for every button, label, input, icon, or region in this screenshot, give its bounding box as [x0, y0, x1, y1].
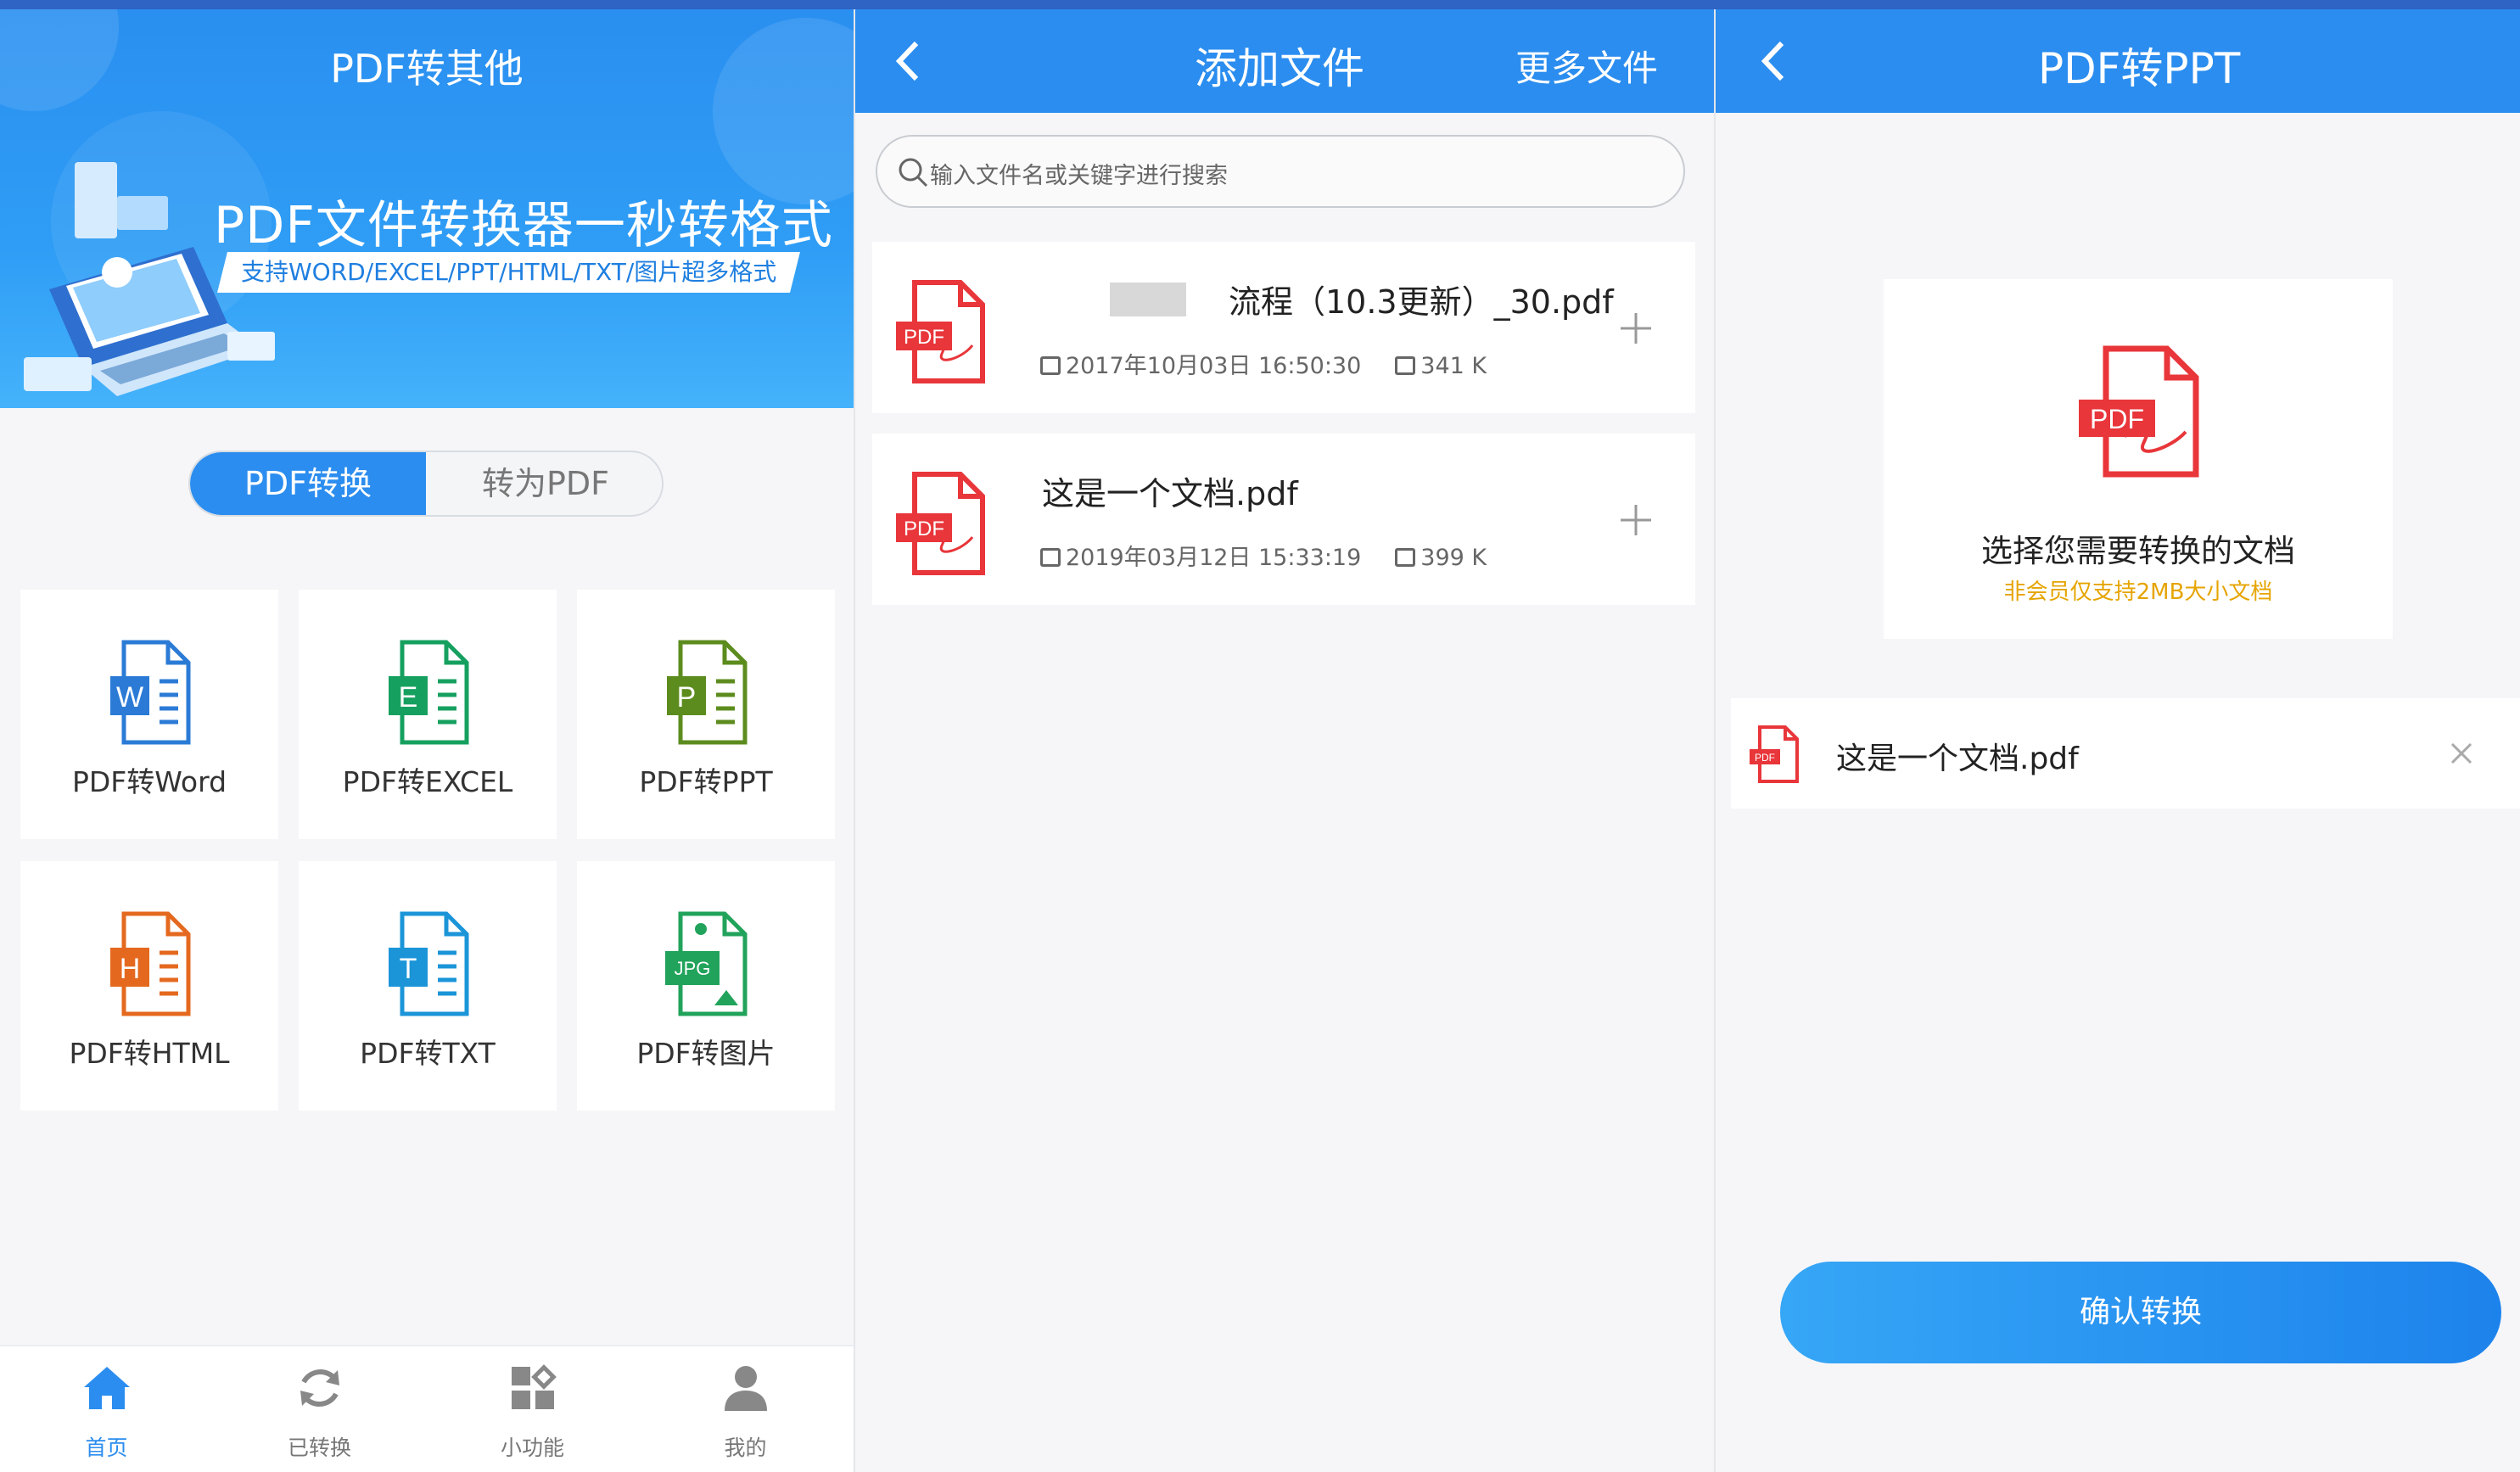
add-file-screen: 添加文件 更多文件 输入文件名或关键字进行搜索 PDF 流程（10.3更新）_3… [855, 9, 1714, 1472]
tab-to-pdf[interactable]: 转为PDF [428, 452, 662, 515]
pdf-to-image-button[interactable]: JPG PDF转图片 [577, 861, 835, 1111]
pdf-to-ppt-button[interactable]: P PDF转PPT [577, 590, 835, 839]
refresh-icon [300, 1369, 339, 1407]
select-document-title: 选择您需要转换的文档 [1981, 533, 2295, 569]
file-list-item[interactable]: PDF 流程（10.3更新）_30.pdf 2017年10月03日 16:50:… [872, 242, 1695, 413]
file-list-item[interactable]: PDF 这是一个文档.pdf 2019年03月12日 15:33:19 399 K [872, 434, 1695, 605]
user-icon [725, 1366, 767, 1411]
word-doc-icon: W [110, 640, 191, 745]
banner-ribbon: 支持WORD/EXCEL/PPT/HTML/TXT/图片超多格式 [217, 252, 801, 293]
search-input[interactable]: 输入文件名或关键字进行搜索 [876, 135, 1685, 208]
navigation-bar: PDF转PPT [1716, 9, 2520, 113]
svg-text:T: T [400, 953, 417, 985]
page-title: 添加文件 [1195, 44, 1364, 93]
txt-doc-icon: T [389, 911, 469, 1016]
pdf-to-word-button[interactable]: W PDF转Word [20, 590, 278, 839]
file-meta: 2019年03月12日 15:33:19 399 K [1040, 539, 1487, 572]
back-arrow-icon[interactable] [1755, 38, 1795, 84]
calendar-icon [1040, 548, 1061, 567]
svg-text:PDF: PDF [904, 326, 944, 349]
image-doc-icon: JPG [665, 911, 748, 1016]
tab-tools[interactable]: 小功能 [426, 1346, 639, 1472]
back-arrow-icon[interactable] [889, 38, 930, 84]
selected-file-row: PDF 这是一个文档.pdf [1731, 698, 2520, 809]
more-files-link[interactable]: 更多文件 [1515, 40, 1658, 92]
pdf-file-icon: PDF [896, 280, 985, 383]
bottom-tab-bar: 首页 已转换 小功能 我的 [0, 1345, 854, 1472]
svg-text:PDF: PDF [904, 518, 944, 540]
tab-pdf-convert[interactable]: PDF转换 [190, 452, 426, 515]
calendar-icon [1040, 356, 1061, 375]
pdf-to-html-button[interactable]: H PDF转HTML [20, 861, 278, 1111]
member-size-note: 非会员仅支持2MB大小文档 [2003, 579, 2273, 605]
svg-text:PDF: PDF [1755, 752, 1775, 764]
pdf-file-icon: PDF [2079, 345, 2199, 478]
file-name: 流程（10.3更新）_30.pdf [1229, 283, 1614, 321]
tool-label: PDF转PPT [639, 765, 773, 798]
file-size-icon [1395, 356, 1416, 375]
selected-file-name: 这是一个文档.pdf [1836, 742, 2079, 776]
hero-banner: PDF转其他 PDF文件转换器一秒转格式 支持WORD/EXCEL/PPT/HT… [0, 9, 854, 408]
search-placeholder: 输入文件名或关键字进行搜索 [930, 163, 1228, 189]
file-name: 这是一个文档.pdf [1042, 475, 1298, 512]
file-meta: 2017年10月03日 16:50:30 341 K [1040, 347, 1487, 380]
banner-headline: PDF文件转换器一秒转格式 [214, 196, 833, 255]
file-date: 2019年03月12日 15:33:19 [1066, 545, 1362, 571]
select-document-card[interactable]: PDF 选择您需要转换的文档 非会员仅支持2MB大小文档 [1884, 279, 2393, 639]
svg-text:E: E [399, 681, 418, 714]
page-title: PDF转PPT [2038, 44, 2241, 93]
confirm-convert-button[interactable]: 确认转换 [1780, 1262, 2501, 1363]
svg-text:JPG: JPG [675, 958, 711, 979]
tool-label: PDF转Word [71, 765, 227, 798]
page-title: PDF转其他 [330, 46, 524, 92]
pdf-file-icon: PDF [1750, 725, 1799, 783]
apps-icon [512, 1364, 557, 1409]
conversion-mode-toggle: PDF转换 转为PDF [188, 451, 664, 517]
svg-text:P: P [677, 681, 697, 714]
file-size: 341 K [1420, 353, 1487, 379]
file-size-icon [1395, 548, 1416, 567]
pdf-to-ppt-screen: PDF转PPT PDF 选择您需要转换的文档 非会员仅支持2MB大小文档 PDF… [1716, 9, 2520, 1472]
home-icon [84, 1367, 130, 1409]
ppt-doc-icon: P [667, 640, 748, 745]
close-icon[interactable] [2449, 741, 2474, 766]
blurred-text [1110, 283, 1186, 316]
svg-text:W: W [116, 681, 143, 714]
file-size: 399 K [1420, 545, 1487, 571]
html-doc-icon: H [110, 911, 191, 1016]
pdf-to-txt-button[interactable]: T PDF转TXT [299, 861, 557, 1111]
top-status-strip [0, 0, 2520, 9]
tab-converted[interactable]: 已转换 [213, 1346, 426, 1472]
add-icon[interactable] [1619, 503, 1653, 537]
tab-mine[interactable]: 我的 [639, 1346, 852, 1472]
excel-doc-icon: E [389, 640, 469, 745]
tool-label: PDF转EXCEL [342, 765, 513, 798]
tool-label: PDF转HTML [69, 1037, 230, 1070]
file-date: 2017年10月03日 16:50:30 [1066, 353, 1362, 379]
pdf-file-icon: PDF [896, 472, 985, 575]
search-icon [899, 158, 928, 187]
svg-text:H: H [120, 953, 141, 985]
add-icon[interactable] [1619, 311, 1653, 345]
tool-label: PDF转TXT [360, 1037, 496, 1070]
pdf-to-excel-button[interactable]: E PDF转EXCEL [299, 590, 557, 839]
tool-label: PDF转图片 [636, 1037, 776, 1070]
svg-text:PDF: PDF [2090, 404, 2144, 434]
tab-home[interactable]: 首页 [0, 1346, 213, 1472]
home-screen: PDF转其他 PDF文件转换器一秒转格式 支持WORD/EXCEL/PPT/HT… [0, 9, 854, 1472]
navigation-bar: 添加文件 更多文件 [855, 9, 1714, 113]
